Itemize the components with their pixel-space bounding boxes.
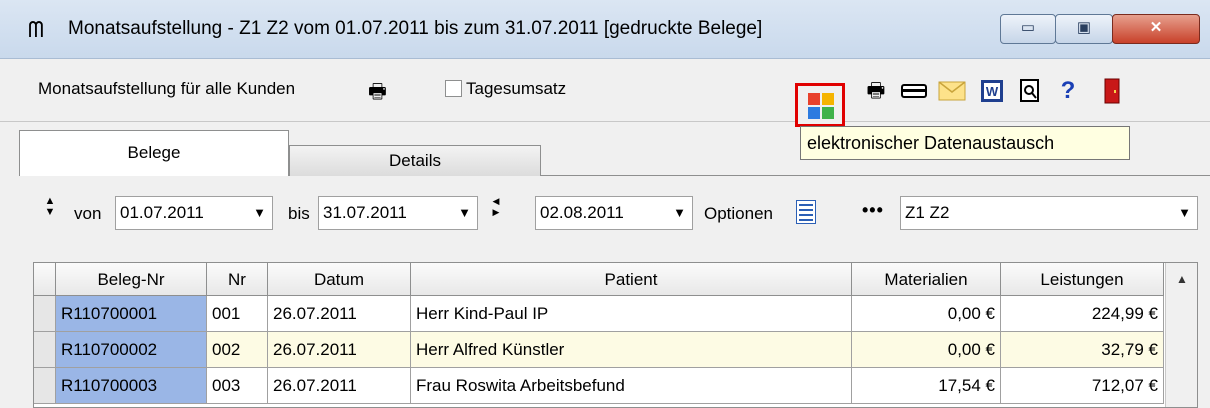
toolbar: Monatsaufstellung für alle Kunden 🖶 Tage… bbox=[0, 59, 1210, 122]
cell-patient[interactable]: Herr Alfred Künstler bbox=[411, 332, 852, 368]
tab-belege[interactable]: Belege bbox=[19, 130, 289, 176]
cell-leistungen[interactable]: 32,79 € bbox=[1001, 332, 1164, 368]
column-header-materialien[interactable]: Materialien bbox=[852, 263, 1001, 296]
cell-beleg-nr[interactable]: R110700003 bbox=[56, 368, 207, 404]
row-selector[interactable] bbox=[34, 296, 56, 332]
electronic-data-exchange-icon bbox=[808, 93, 834, 119]
chevron-down-icon: ▼ bbox=[1178, 205, 1191, 220]
cell-nr[interactable]: 001 bbox=[207, 296, 268, 332]
cell-beleg-nr[interactable]: R110700001 bbox=[56, 296, 207, 332]
options-list-icon[interactable] bbox=[796, 200, 816, 224]
cell-datum[interactable]: 26.07.2011 bbox=[268, 332, 411, 368]
tagesumsatz-checkbox[interactable] bbox=[445, 80, 462, 97]
optionen-label[interactable]: Optionen bbox=[704, 204, 773, 224]
card-icon[interactable] bbox=[900, 77, 928, 105]
cell-materialien[interactable]: 0,00 € bbox=[852, 296, 1001, 332]
cell-datum[interactable]: 26.07.2011 bbox=[268, 368, 411, 404]
period-stepper[interactable]: ◀ ▶ bbox=[490, 196, 502, 218]
cell-leistungen[interactable]: 224,99 € bbox=[1001, 296, 1164, 332]
print-date-select[interactable]: 02.08.2011 ▼ bbox=[535, 196, 693, 230]
exit-door-icon[interactable] bbox=[1098, 77, 1126, 105]
chevron-down-icon: ▼ bbox=[673, 205, 686, 220]
minimize-button[interactable]: ▭ bbox=[1000, 14, 1056, 44]
column-header-nr[interactable]: Nr bbox=[207, 263, 268, 296]
column-header-patient[interactable]: Patient bbox=[411, 263, 852, 296]
printer-icon[interactable]: 🖶 bbox=[862, 77, 890, 105]
cell-nr[interactable]: 002 bbox=[207, 332, 268, 368]
tooth-icon: ᗰ bbox=[28, 17, 44, 42]
cell-leistungen[interactable]: 712,07 € bbox=[1001, 368, 1164, 404]
cell-patient[interactable]: Frau Roswita Arbeitsbefund bbox=[411, 368, 852, 404]
von-label: von bbox=[74, 204, 102, 223]
row-selector-header bbox=[34, 263, 56, 296]
table-row[interactable]: R110700003 003 26.07.2011 Frau Roswita A… bbox=[34, 368, 1164, 404]
cell-datum[interactable]: 26.07.2011 bbox=[268, 296, 411, 332]
title-bar: ᗰ Monatsaufstellung - Z1 Z2 vom 01.07.20… bbox=[0, 0, 1210, 59]
cell-materialien[interactable]: 17,54 € bbox=[852, 368, 1001, 404]
print-all-customers-label[interactable]: Monatsaufstellung für alle Kunden bbox=[38, 79, 295, 99]
column-header-leistungen[interactable]: Leistungen bbox=[1001, 263, 1164, 296]
preview-icon[interactable] bbox=[1016, 77, 1044, 105]
bis-label: bis bbox=[288, 204, 310, 223]
tab-details[interactable]: Details bbox=[289, 145, 541, 176]
word-icon[interactable]: W bbox=[978, 77, 1006, 105]
tagesumsatz-label[interactable]: Tagesumsatz bbox=[466, 79, 566, 99]
row-selector[interactable] bbox=[34, 368, 56, 404]
printer-icon[interactable]: 🖶 bbox=[368, 77, 387, 111]
app-window: ᗰ Monatsaufstellung - Z1 Z2 vom 01.07.20… bbox=[0, 0, 1210, 408]
more-dots-button[interactable]: ••• bbox=[862, 200, 884, 221]
cell-materialien[interactable]: 0,00 € bbox=[852, 332, 1001, 368]
table-row[interactable]: R110700002 002 26.07.2011 Herr Alfred Kü… bbox=[34, 332, 1164, 368]
cell-nr[interactable]: 003 bbox=[207, 368, 268, 404]
electronic-data-exchange-button[interactable] bbox=[795, 83, 845, 127]
column-header-datum[interactable]: Datum bbox=[268, 263, 411, 296]
bis-date-select[interactable]: 31.07.2011 ▼ bbox=[318, 196, 478, 230]
von-date-value: 01.07.2011 bbox=[120, 203, 204, 222]
date-range-spinner[interactable]: ▲ ▼ bbox=[44, 196, 56, 218]
belege-table: Beleg-Nr Nr Datum Patient Materialien Le… bbox=[33, 262, 1198, 408]
scroll-up-icon[interactable]: ▲ bbox=[1166, 263, 1197, 296]
von-date-select[interactable]: 01.07.2011 ▼ bbox=[115, 196, 273, 230]
cell-patient[interactable]: Herr Kind-Paul IP bbox=[411, 296, 852, 332]
chevron-down-icon: ▼ bbox=[458, 205, 471, 220]
print-date-value: 02.08.2011 bbox=[540, 203, 624, 222]
svg-text:W: W bbox=[986, 84, 999, 99]
maximize-button[interactable]: ▣ bbox=[1055, 14, 1113, 44]
mail-icon[interactable] bbox=[938, 77, 966, 105]
close-button[interactable]: ✕ bbox=[1112, 14, 1200, 44]
table-row[interactable]: R110700001 001 26.07.2011 Herr Kind-Paul… bbox=[34, 296, 1164, 332]
column-header-beleg-nr[interactable]: Beleg-Nr bbox=[56, 263, 207, 296]
cell-beleg-nr[interactable]: R110700002 bbox=[56, 332, 207, 368]
help-icon[interactable]: ? bbox=[1054, 77, 1082, 105]
chevron-down-icon: ▼ bbox=[253, 205, 266, 220]
tooltip: elektronischer Datenaustausch bbox=[800, 126, 1130, 160]
group-select[interactable]: Z1 Z2 ▼ bbox=[900, 196, 1198, 230]
window-title: Monatsaufstellung - Z1 Z2 vom 01.07.2011… bbox=[68, 18, 763, 39]
vertical-scrollbar[interactable]: ▲ bbox=[1165, 263, 1197, 407]
row-selector[interactable] bbox=[34, 332, 56, 368]
group-select-value: Z1 Z2 bbox=[905, 203, 950, 222]
bis-date-value: 31.07.2011 bbox=[323, 203, 407, 222]
